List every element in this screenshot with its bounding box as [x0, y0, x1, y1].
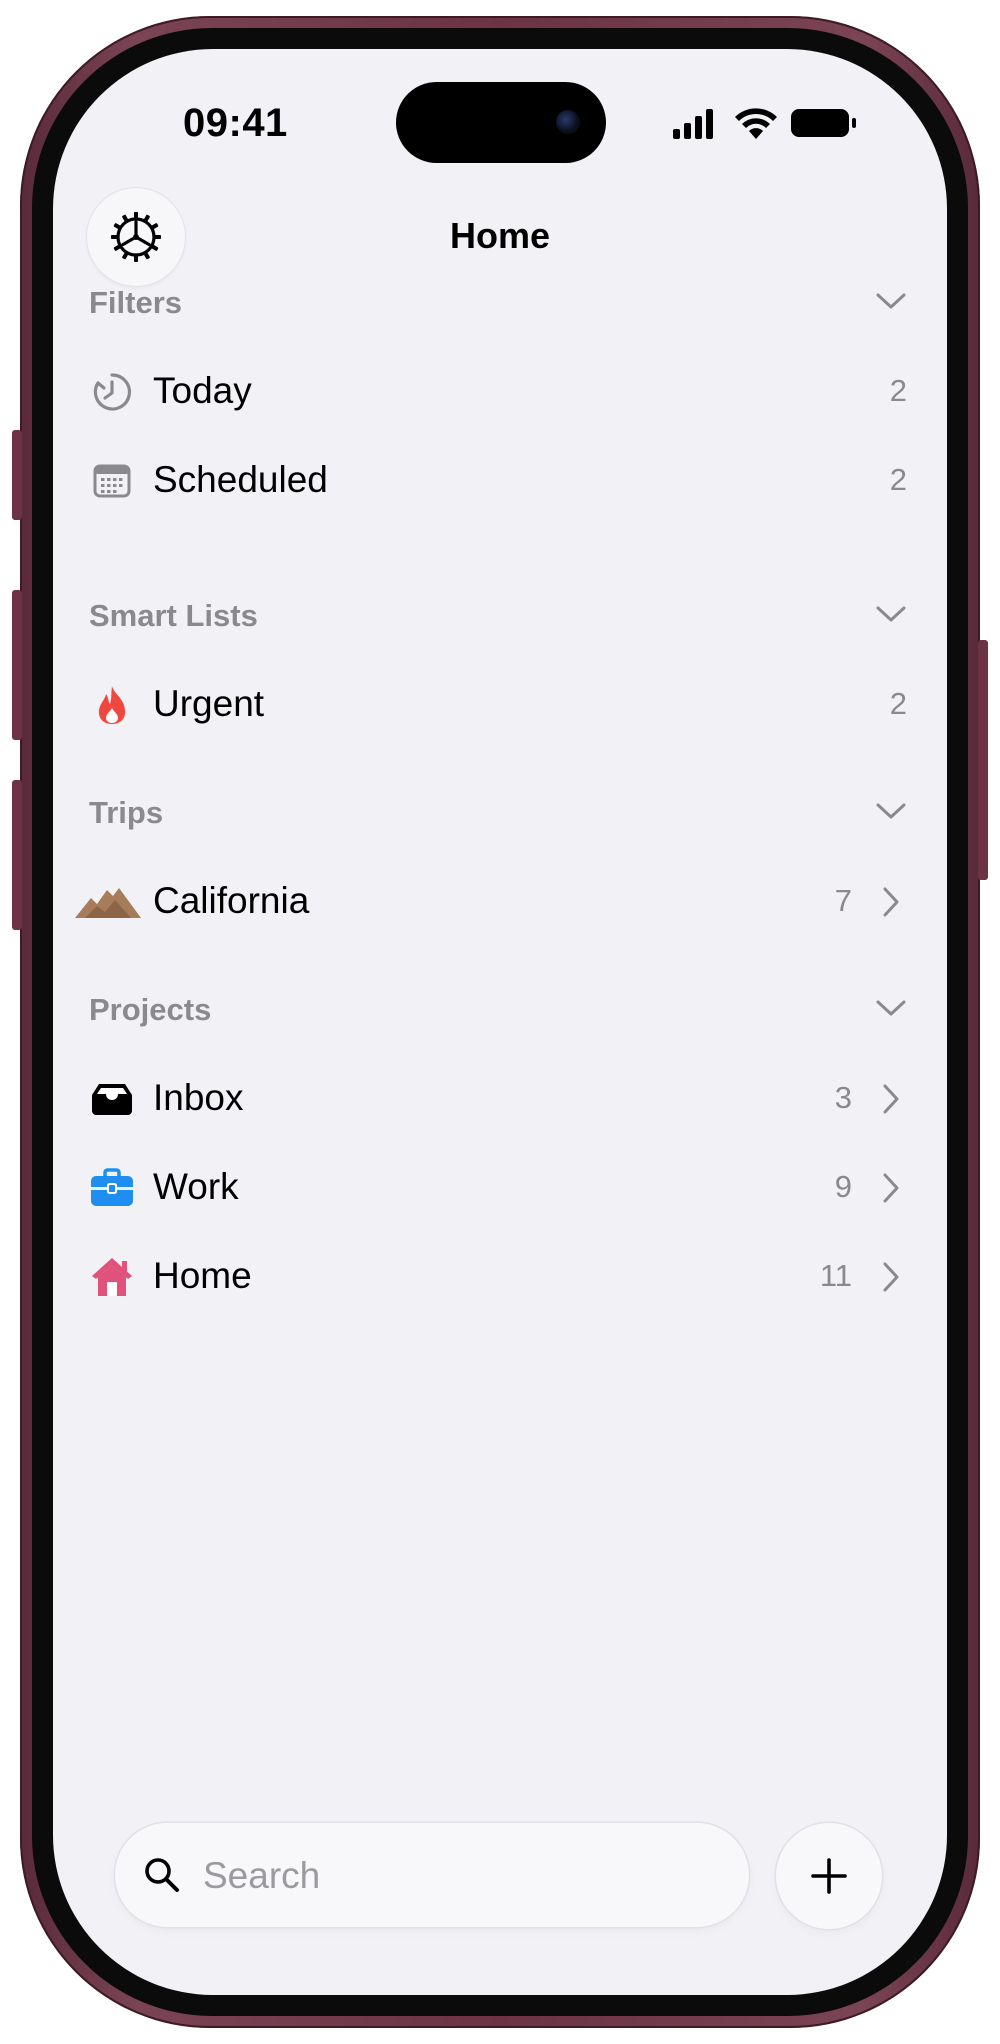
section-label: Smart Lists: [89, 598, 258, 633]
house-icon: [89, 1254, 135, 1300]
chevron-right-icon: [883, 887, 899, 917]
list-item-count: 9: [834, 1169, 852, 1204]
list-item-scheduled[interactable]: Scheduled 2: [53, 431, 947, 531]
battery-icon: [791, 109, 856, 137]
list-item-label: Work: [153, 1166, 239, 1207]
section-label: Projects: [89, 992, 212, 1027]
status-icons: [673, 108, 856, 139]
dynamic-island: [396, 82, 606, 163]
list-item-label: Urgent: [153, 683, 265, 724]
list-item-label: Today: [153, 370, 252, 411]
search-placeholder: Search: [203, 1855, 321, 1896]
list-item-label: Inbox: [153, 1077, 244, 1118]
status-time: 09:41: [183, 101, 288, 145]
chevron-down-icon: [876, 1000, 906, 1016]
section-label: Filters: [89, 285, 183, 320]
volume-down-button: [12, 780, 22, 930]
signal-icon: [673, 109, 713, 139]
chevron-down-icon: [876, 606, 906, 622]
briefcase-icon: [89, 1165, 135, 1211]
search-icon: [145, 1858, 179, 1892]
plus-icon: [811, 1858, 847, 1894]
list-item-label: California: [153, 880, 310, 921]
flame-icon: [89, 682, 135, 728]
section-label: Trips: [89, 795, 164, 830]
list-item-count: 11: [819, 1258, 852, 1293]
list-item-label: Scheduled: [153, 459, 328, 500]
volume-up-button: [12, 590, 22, 740]
section-header-trips[interactable]: Trips: [89, 789, 911, 839]
side-button: [978, 640, 988, 880]
app-screen: 09:41 Home Filters Today 2 Scheduled 2 S…: [53, 49, 947, 1995]
section-header-filters[interactable]: Filters: [89, 279, 911, 329]
list-item-home[interactable]: Home 11: [53, 1227, 947, 1327]
clock-icon: [89, 369, 135, 415]
chevron-right-icon: [883, 1084, 899, 1114]
list-item-california[interactable]: California 7: [53, 852, 947, 952]
list-item-urgent[interactable]: Urgent 2: [53, 655, 947, 755]
chevron-right-icon: [883, 1173, 899, 1203]
search-input[interactable]: Search: [115, 1823, 749, 1927]
camera-icon: [556, 110, 580, 134]
list-item-count: 2: [889, 462, 907, 497]
add-button[interactable]: [776, 1823, 882, 1929]
page-title: Home: [449, 215, 551, 256]
chevron-down-icon: [876, 803, 906, 819]
list-item-label: Home: [153, 1255, 252, 1296]
list-item-count: 2: [889, 373, 907, 408]
chevron-down-icon: [876, 293, 906, 309]
action-button: [12, 430, 22, 520]
wifi-icon: [735, 108, 777, 139]
mountains-icon: [75, 879, 141, 925]
section-header-smart-lists[interactable]: Smart Lists: [89, 592, 911, 642]
chevron-right-icon: [883, 1262, 899, 1292]
list-item-count: 7: [834, 883, 852, 918]
list-item-today[interactable]: Today 2: [53, 342, 947, 442]
list-item-count: 2: [889, 686, 907, 721]
tray-icon: [89, 1076, 135, 1122]
list-item-count: 3: [834, 1080, 852, 1115]
list-item-inbox[interactable]: Inbox 3: [53, 1049, 947, 1149]
section-header-projects[interactable]: Projects: [89, 986, 911, 1036]
list-item-work[interactable]: Work 9: [53, 1138, 947, 1238]
calendar-icon: [89, 458, 135, 504]
